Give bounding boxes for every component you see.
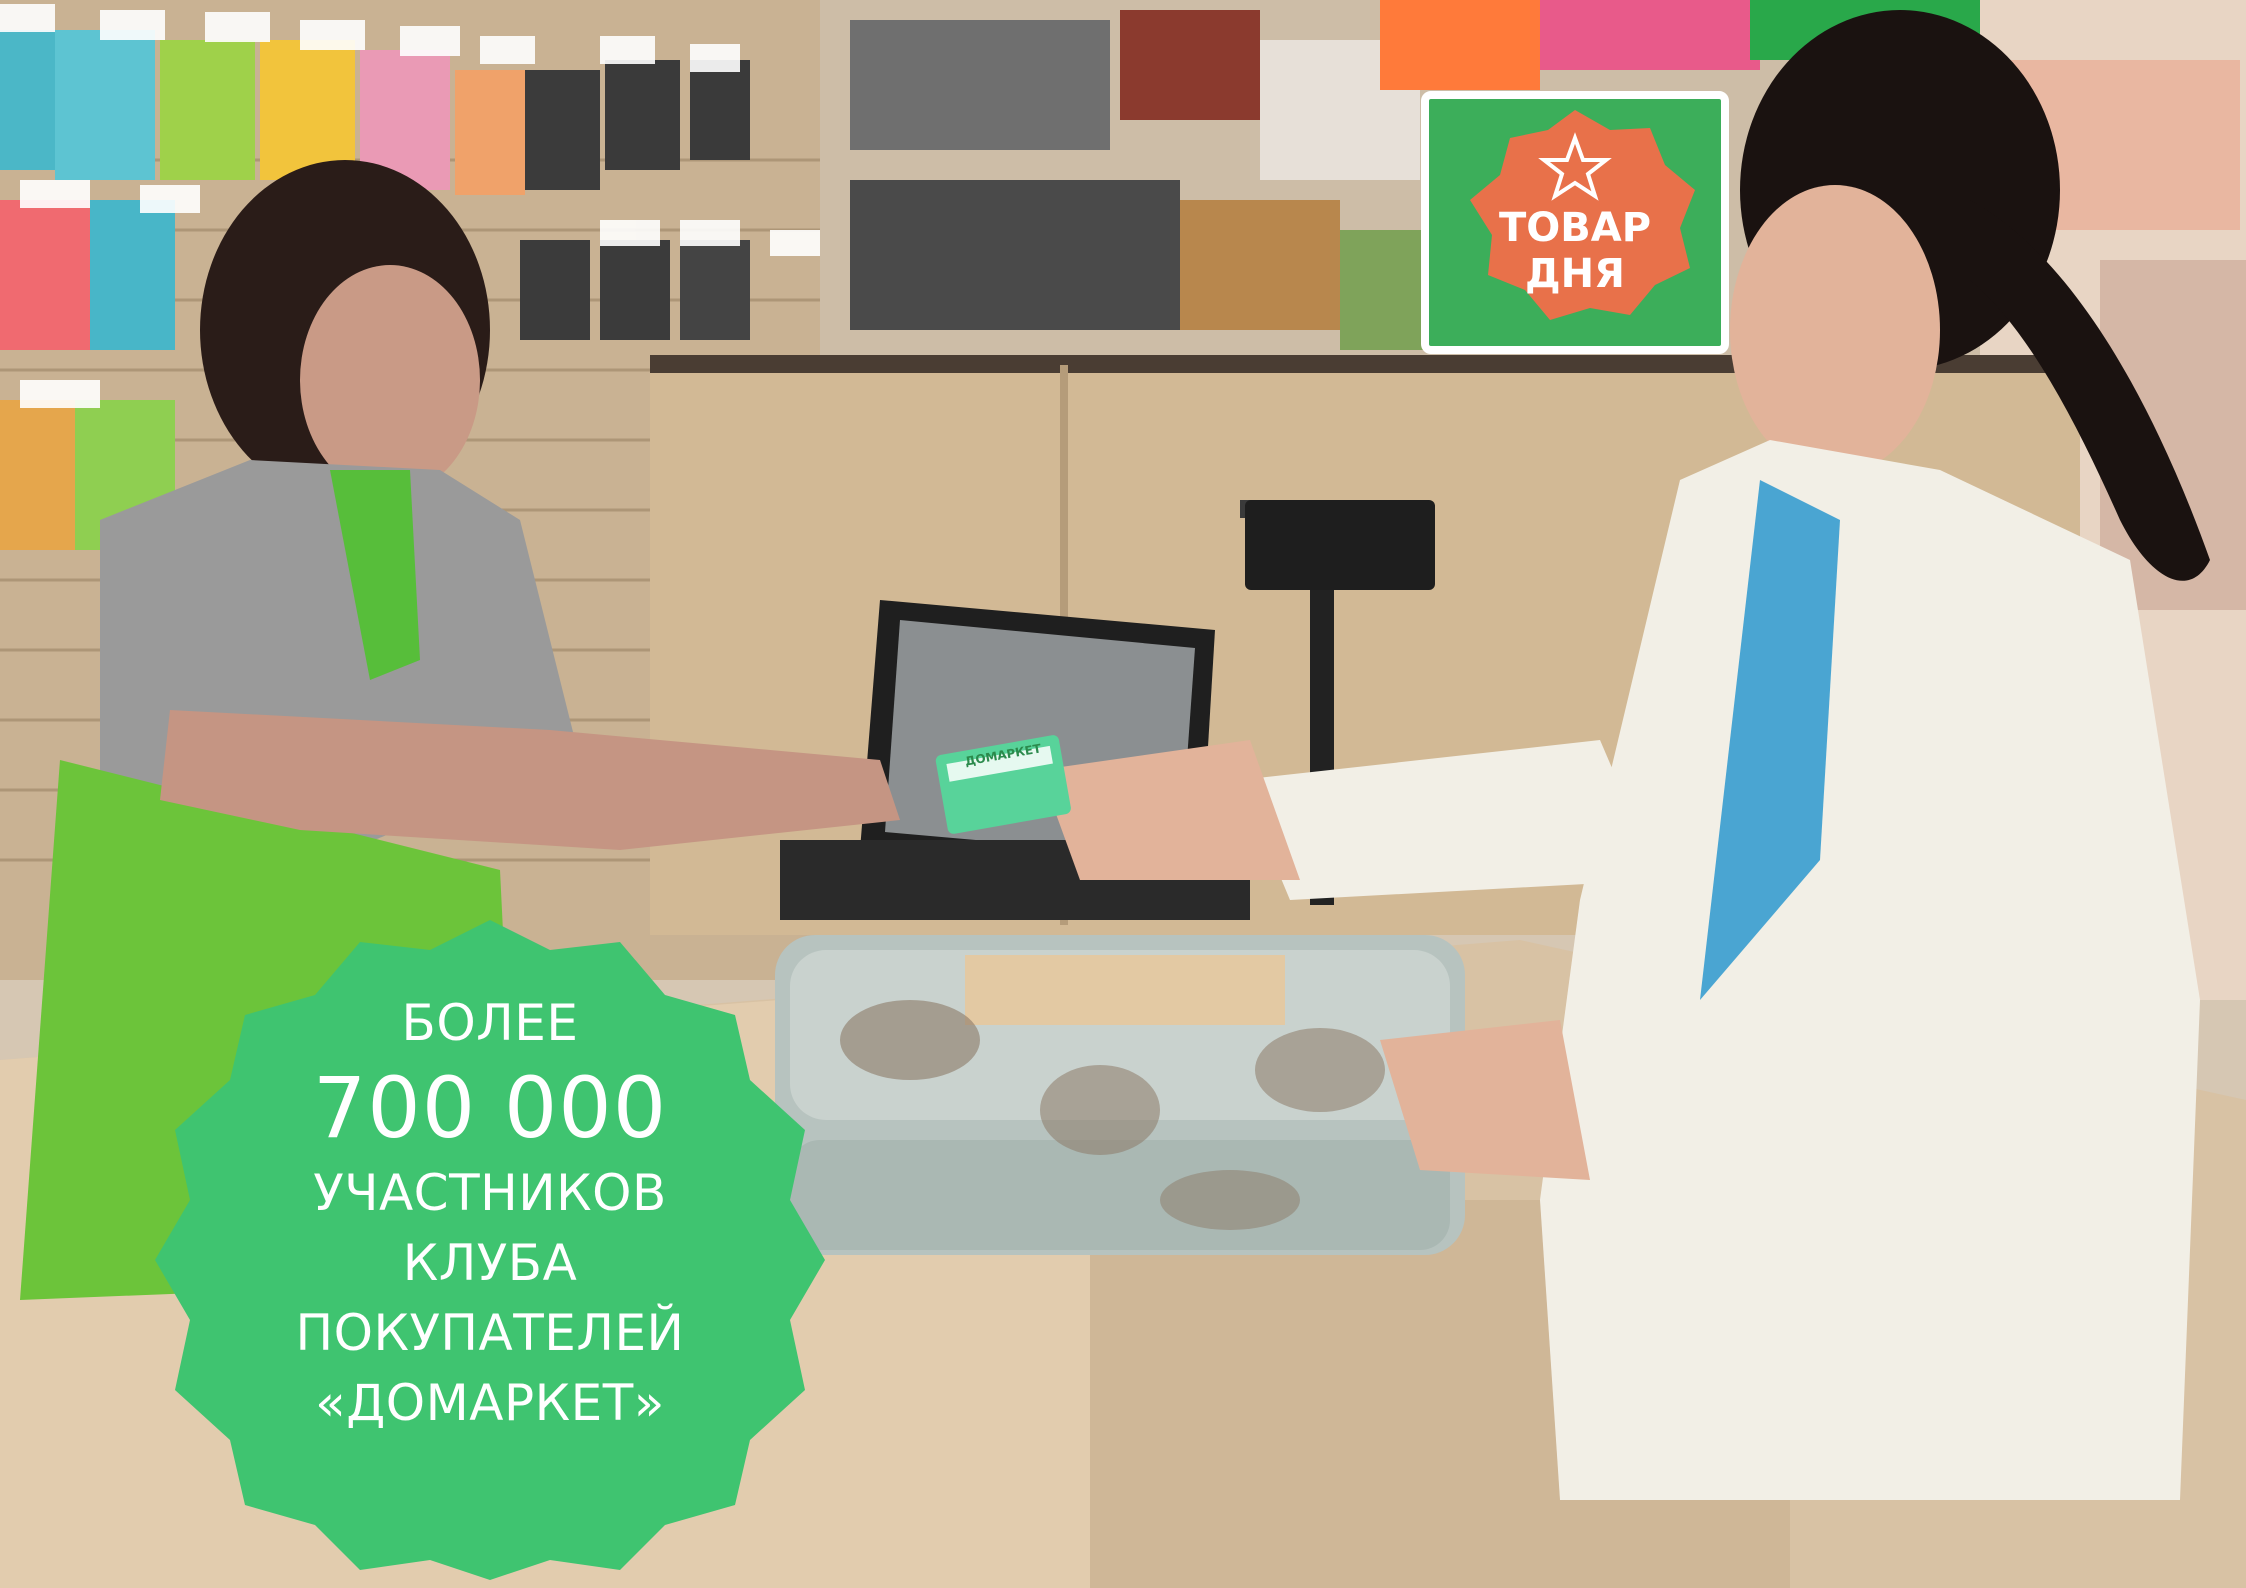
badge-line-6: «ДОМАРКЕТ» [315, 1374, 665, 1432]
sign-line-2: ДНЯ [1525, 251, 1625, 297]
sign-line-1: ТОВАР [1498, 205, 1652, 251]
store-photo: ТОВАР ДНЯ ДОМАРКЕТ БОЛЕЕ 700 000 УЧАСТНИ… [0, 0, 2246, 1588]
badge-line-1: БОЛЕЕ [401, 994, 579, 1052]
blanket-package [775, 935, 1465, 1255]
sign-product-of-day-text: ТОВАР ДНЯ [1490, 205, 1660, 297]
badge-text: БОЛЕЕ 700 000 УЧАСТНИКОВ КЛУБА ПОКУПАТЕЛ… [150, 988, 830, 1438]
badge-number: 700 000 [312, 1059, 668, 1157]
badge-line-4: КЛУБА [402, 1234, 578, 1292]
badge-line-5: ПОКУПАТЕЛЕЙ [295, 1304, 685, 1362]
badge-line-3: УЧАСТНИКОВ [313, 1164, 667, 1222]
promo-badge: БОЛЕЕ 700 000 УЧАСТНИКОВ КЛУБА ПОКУПАТЕЛ… [150, 920, 830, 1580]
